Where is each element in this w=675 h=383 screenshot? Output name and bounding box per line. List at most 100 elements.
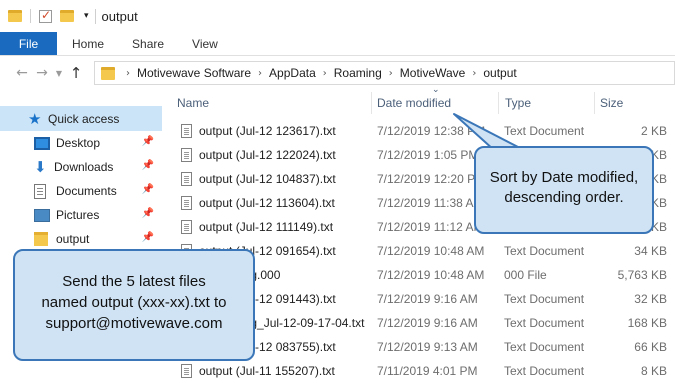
breadcrumb-chevron-icon[interactable]: › <box>126 68 130 79</box>
text-file-icon <box>181 364 192 378</box>
file-type: Text Document <box>504 244 585 258</box>
file-date: 7/12/2019 10:48 AM <box>377 268 485 282</box>
text-file-icon <box>181 196 192 210</box>
file-size: 32 KB <box>634 292 667 306</box>
pin-icon[interactable]: 📌 <box>142 136 154 147</box>
send-instruction-callout: Send the 5 latest files named output (xx… <box>13 249 255 361</box>
pin-icon[interactable]: 📌 <box>142 208 154 219</box>
file-date: 7/12/2019 1:05 PM <box>377 148 479 162</box>
column-header-type[interactable]: Type <box>505 92 531 114</box>
sidebar-item-downloads[interactable]: Downloads 📌 <box>0 155 162 179</box>
file-type: Text Document <box>504 340 585 354</box>
breadcrumb-roaming[interactable]: Roaming <box>334 66 382 80</box>
tab-file[interactable]: File <box>0 32 57 55</box>
callout-line: named output (xxx-xx).txt to <box>41 294 227 311</box>
divider <box>30 9 31 23</box>
file-date: 7/12/2019 12:20 PM <box>377 172 486 186</box>
properties-check-icon[interactable] <box>39 8 52 23</box>
callout-line: support@motivewave.com <box>45 315 223 332</box>
file-date: 7/12/2019 11:38 AM <box>377 196 484 210</box>
file-date: 7/12/2019 10:48 AM <box>377 244 485 258</box>
file-row[interactable]: output (Jul-11 155207).txt 7/11/2019 4:01… <box>176 359 675 383</box>
callout-line: descending order. <box>504 189 624 206</box>
column-header-size[interactable]: Size <box>600 92 623 114</box>
file-size: 168 KB <box>627 316 667 330</box>
sidebar-item-pictures[interactable]: Pictures 📌 <box>0 203 162 227</box>
window-title: output <box>94 8 138 24</box>
navigation-bar: ← → ▼ ↑ › Motivewave Software › AppData … <box>0 56 675 90</box>
column-header-date-modified[interactable]: Date modified <box>377 92 451 114</box>
file-date: 7/12/2019 12:38 PM <box>377 124 486 138</box>
address-bar[interactable]: › Motivewave Software › AppData › Roamin… <box>94 61 675 85</box>
text-file-icon <box>181 148 192 162</box>
pin-icon[interactable]: 📌 <box>142 232 154 243</box>
file-date: 7/12/2019 9:16 AM <box>377 316 478 330</box>
folder-icon <box>101 66 115 80</box>
tab-share[interactable]: Share <box>118 32 178 55</box>
file-name: output (Jul-12 104837).txt <box>199 172 336 186</box>
breadcrumb-motivewave[interactable]: MotiveWave <box>400 66 466 80</box>
callout-line: Send the 5 latest files <box>62 273 206 290</box>
breadcrumb-appdata[interactable]: AppData <box>269 66 316 80</box>
pin-icon[interactable]: 📌 <box>142 160 154 171</box>
downloads-icon <box>34 158 48 176</box>
file-name: output (Jul-12 113604).txt <box>199 196 335 210</box>
ribbon-tabs: File Home Share View <box>0 32 675 56</box>
file-type: 000 File <box>504 268 547 282</box>
file-size: 2 KB <box>640 124 667 138</box>
file-name: output (Jul-12 111149).txt <box>199 220 334 234</box>
breadcrumb-chevron-icon[interactable]: › <box>389 68 393 79</box>
callout-line: Sort by Date modified, <box>489 169 639 186</box>
documents-icon <box>34 183 46 199</box>
up-arrow-icon[interactable]: ↑ <box>66 64 86 82</box>
column-divider[interactable] <box>594 92 595 114</box>
desktop-icon <box>34 136 50 150</box>
sidebar-item-quick-access[interactable]: ★ Quick access <box>0 106 162 131</box>
sidebar-item-desktop[interactable]: Desktop 📌 <box>0 131 162 155</box>
forward-arrow-icon[interactable]: → <box>32 65 52 81</box>
file-size: 5,763 KB <box>617 268 667 282</box>
file-row[interactable]: output (Jul-12 123617).txt 7/12/2019 12:3… <box>176 119 675 143</box>
sidebar-item-label: Quick access <box>48 111 120 126</box>
sidebar-item-label: Downloads <box>54 160 114 174</box>
back-arrow-icon[interactable]: ← <box>12 65 32 81</box>
sidebar-item-label: Pictures <box>56 208 100 222</box>
sidebar-item-documents[interactable]: Documents 📌 <box>0 179 162 203</box>
folder-icon[interactable] <box>8 10 22 22</box>
breadcrumb-motivewave-software[interactable]: Motivewave Software <box>137 66 251 80</box>
breadcrumb-chevron-icon[interactable]: › <box>258 68 262 79</box>
file-name: output (Jul-12 122024).txt <box>199 148 336 162</box>
sidebar-item-output[interactable]: output 📌 <box>0 227 162 251</box>
file-size: 66 KB <box>634 340 667 354</box>
sort-instruction-callout: Sort by Date modified, descending order. <box>474 146 654 234</box>
text-file-icon <box>181 172 192 186</box>
sidebar-item-label: Desktop <box>56 136 101 150</box>
file-size: 34 KB <box>634 244 667 258</box>
file-type: Text Document <box>504 292 585 306</box>
sidebar-item-label: output <box>56 232 90 246</box>
tab-view[interactable]: View <box>178 32 232 55</box>
star-icon: ★ <box>28 109 42 128</box>
pictures-icon <box>34 208 50 222</box>
file-type: Text Document <box>504 316 585 330</box>
tab-home[interactable]: Home <box>57 32 118 55</box>
breadcrumb-output[interactable]: output <box>483 66 516 80</box>
breadcrumb-chevron-icon[interactable]: › <box>472 68 476 79</box>
text-file-icon <box>181 220 192 234</box>
file-date: 7/12/2019 11:12 AM <box>377 220 484 234</box>
recent-locations-chevron-icon[interactable]: ▼ <box>52 69 66 78</box>
file-date: 7/12/2019 9:13 AM <box>377 340 478 354</box>
file-name: output (Jul-12 123617).txt <box>199 124 336 138</box>
new-folder-icon[interactable] <box>60 10 74 22</box>
column-divider[interactable] <box>371 92 372 114</box>
file-date: 7/12/2019 9:16 AM <box>377 292 478 306</box>
pin-icon[interactable]: 📌 <box>142 184 154 195</box>
column-header-name[interactable]: Name <box>177 92 209 114</box>
breadcrumb-chevron-icon[interactable]: › <box>323 68 327 79</box>
column-divider[interactable] <box>498 92 499 114</box>
file-name: output (Jul-11 155207).txt <box>199 364 335 378</box>
text-file-icon <box>181 124 192 138</box>
file-date: 7/11/2019 4:01 PM <box>377 364 478 378</box>
folder-icon <box>34 232 48 246</box>
customize-toolbar-chevron-icon[interactable]: ▾ <box>84 11 89 21</box>
